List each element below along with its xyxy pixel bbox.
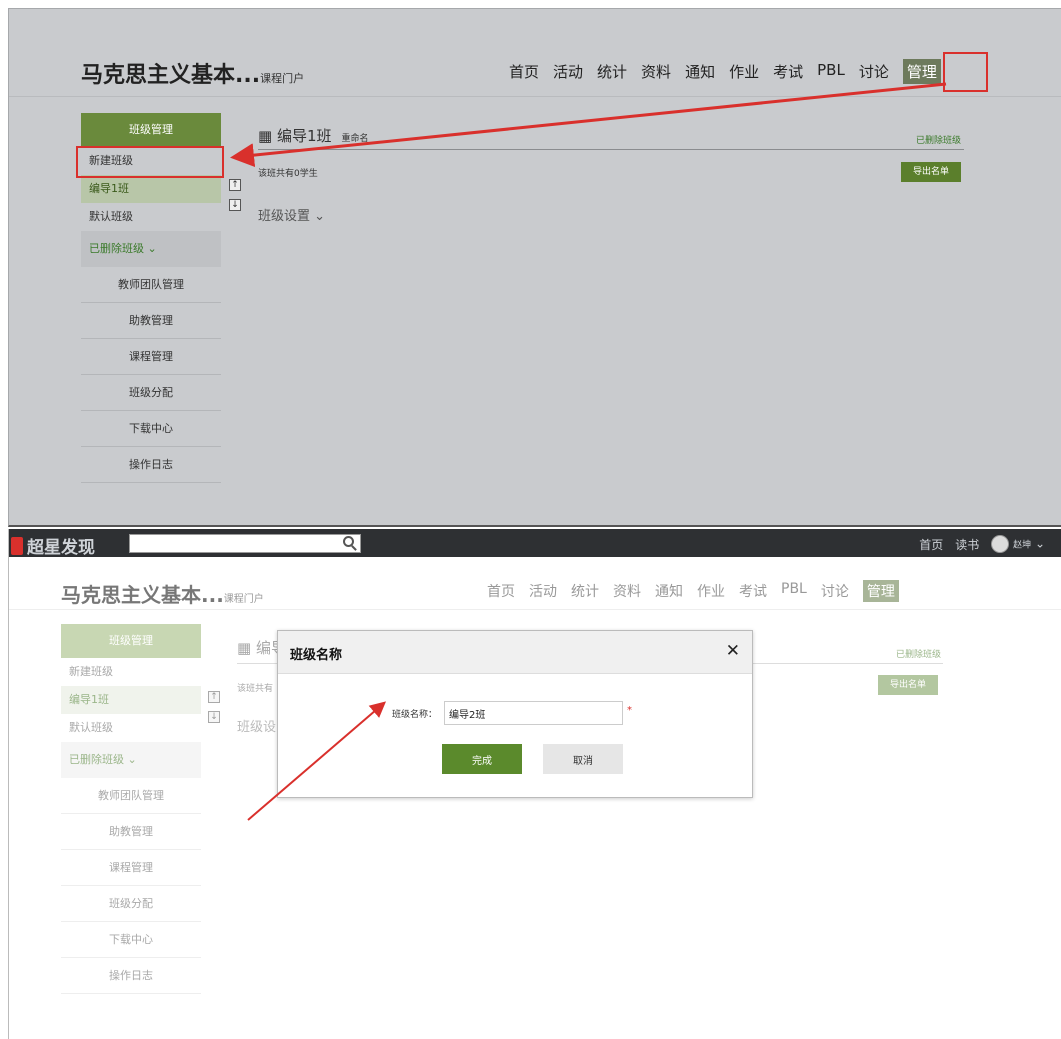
- nav-materials[interactable]: 资料: [613, 581, 641, 602]
- sidebar-deleted-classes[interactable]: 已删除班级 ⌄: [81, 231, 221, 267]
- student-count: 该班共有0学生: [258, 169, 318, 179]
- highlight-new-class: [76, 146, 224, 178]
- nav-home[interactable]: 首页: [487, 581, 515, 602]
- nav-discussion[interactable]: 讨论: [859, 61, 889, 84]
- class-settings-toggle[interactable]: 班级设: [237, 716, 276, 735]
- course-portal-link[interactable]: 课程门户: [224, 594, 264, 605]
- class-name-label: 班级名称：: [392, 710, 438, 720]
- sidebar: 班级管理 新建班级 编导1班 默认班级 已删除班级 ⌄ 教师团队管理 助教管理 …: [61, 624, 201, 994]
- confirm-button[interactable]: 完成: [442, 744, 522, 774]
- sidebar-item-class-assign[interactable]: 班级分配: [61, 886, 201, 922]
- class-settings-toggle[interactable]: 班级设置 ⌄: [258, 205, 325, 224]
- nav-activity[interactable]: 活动: [553, 61, 583, 84]
- nav-materials[interactable]: 资料: [641, 61, 671, 84]
- nav-pbl[interactable]: PBL: [817, 61, 845, 84]
- move-down-icon[interactable]: ↓: [208, 711, 220, 723]
- nav-exam[interactable]: 考试: [773, 61, 803, 84]
- sidebar-item-teacher-team[interactable]: 教师团队管理: [61, 778, 201, 814]
- topbar-reading-link[interactable]: 读书: [955, 536, 979, 553]
- deleted-classes-link[interactable]: 已删除班级: [896, 647, 941, 660]
- nav-manage[interactable]: 管理: [902, 59, 941, 84]
- search-input[interactable]: [129, 534, 361, 553]
- sidebar-item-assistant[interactable]: 助教管理: [81, 303, 221, 339]
- user-menu[interactable]: 赵坤 ⌄: [991, 535, 1045, 553]
- top-nav: 首页 活动 统计 资料 通知 作业 考试 PBL 讨论 管理: [487, 580, 899, 602]
- sidebar-item-assistant[interactable]: 助教管理: [61, 814, 201, 850]
- sidebar-item-log[interactable]: 操作日志: [61, 958, 201, 994]
- close-icon[interactable]: ✕: [726, 641, 740, 661]
- grid-icon: ▦: [258, 127, 273, 145]
- sidebar-item-log[interactable]: 操作日志: [81, 447, 221, 483]
- sidebar-item-course[interactable]: 课程管理: [81, 339, 221, 375]
- sidebar-item-download[interactable]: 下载中心: [81, 411, 221, 447]
- cancel-button[interactable]: 取消: [543, 744, 623, 774]
- search-icon[interactable]: [343, 536, 354, 547]
- export-list-button[interactable]: 导出名单: [901, 162, 961, 182]
- nav-exam[interactable]: 考试: [739, 581, 767, 602]
- sidebar-item-teacher-team[interactable]: 教师团队管理: [81, 267, 221, 303]
- title-divider: [258, 149, 964, 150]
- nav-home[interactable]: 首页: [509, 61, 539, 84]
- tutorial-screenshot: 马克思主义基本...课程门户 首页 活动 统计 资料 通知 作业 考试 PBL …: [0, 0, 1061, 1039]
- avatar: [991, 535, 1010, 553]
- step2-panel: 超星发现 首页 读书 赵坤 ⌄ 马克思主义基本...课程门户 首页 活动 统计 …: [8, 529, 1061, 1039]
- class-name-dialog: 班级名称 ✕ 班级名称： * 完成 取消: [277, 630, 753, 798]
- dialog-header: 班级名称 ✕: [278, 631, 752, 674]
- rename-link[interactable]: 重命名: [342, 134, 369, 144]
- deleted-classes-link[interactable]: 已删除班级: [916, 133, 961, 146]
- course-title[interactable]: 马克思主义基本...课程门户: [81, 57, 304, 89]
- export-list-button[interactable]: 导出名单: [878, 675, 938, 695]
- step1-panel: 马克思主义基本...课程门户 首页 活动 统计 资料 通知 作业 考试 PBL …: [8, 8, 1061, 527]
- nav-activity[interactable]: 活动: [529, 581, 557, 602]
- nav-pbl[interactable]: PBL: [781, 581, 807, 602]
- dialog-title: 班级名称: [290, 648, 343, 663]
- highlight-manage-nav: [943, 52, 988, 92]
- student-count: 该班共有: [237, 684, 274, 694]
- nav-discussion[interactable]: 讨论: [821, 581, 849, 602]
- logo-icon: [11, 537, 23, 555]
- nav-homework[interactable]: 作业: [697, 581, 725, 602]
- nav-stats[interactable]: 统计: [597, 61, 627, 84]
- sidebar-item-download[interactable]: 下载中心: [61, 922, 201, 958]
- chevron-down-icon: ⌄: [1034, 536, 1045, 551]
- move-up-icon[interactable]: ↑: [229, 179, 241, 191]
- move-up-icon[interactable]: ↑: [208, 691, 220, 703]
- sidebar-new-class[interactable]: 新建班级: [61, 658, 201, 686]
- sidebar-class-item[interactable]: 默认班级: [81, 203, 221, 231]
- nav-manage[interactable]: 管理: [862, 580, 899, 602]
- sidebar-class-item[interactable]: 编导1班: [61, 686, 201, 714]
- sidebar-header-class-management[interactable]: 班级管理: [81, 113, 221, 147]
- required-mark: *: [627, 705, 632, 716]
- sidebar-deleted-classes[interactable]: 已删除班级 ⌄: [61, 742, 201, 778]
- sidebar-item-course[interactable]: 课程管理: [61, 850, 201, 886]
- top-bar: 超星发现 首页 读书 赵坤 ⌄: [9, 529, 1061, 558]
- nav-notices[interactable]: 通知: [655, 581, 683, 602]
- sidebar-class-item[interactable]: 默认班级: [61, 714, 201, 742]
- course-portal-link[interactable]: 课程门户: [260, 72, 304, 85]
- top-nav: 首页 活动 统计 资料 通知 作业 考试 PBL 讨论 管理: [509, 59, 941, 84]
- topbar-home-link[interactable]: 首页: [919, 536, 943, 553]
- nav-notices[interactable]: 通知: [685, 61, 715, 84]
- sidebar-class-item[interactable]: 编导1班: [81, 175, 221, 203]
- move-down-icon[interactable]: ↓: [229, 199, 241, 211]
- class-name-input[interactable]: [444, 701, 623, 725]
- top-bar-links: 首页 读书 赵坤 ⌄: [919, 535, 1045, 553]
- header-divider: [9, 609, 1061, 610]
- nav-homework[interactable]: 作业: [729, 61, 759, 84]
- logo[interactable]: 超星发现: [11, 533, 95, 558]
- sidebar-item-class-assign[interactable]: 班级分配: [81, 375, 221, 411]
- sidebar-header-class-management[interactable]: 班级管理: [61, 624, 201, 658]
- class-title: ▦ 编导1班 重命名: [258, 127, 369, 145]
- nav-stats[interactable]: 统计: [571, 581, 599, 602]
- course-title[interactable]: 马克思主义基本...课程门户: [61, 579, 264, 608]
